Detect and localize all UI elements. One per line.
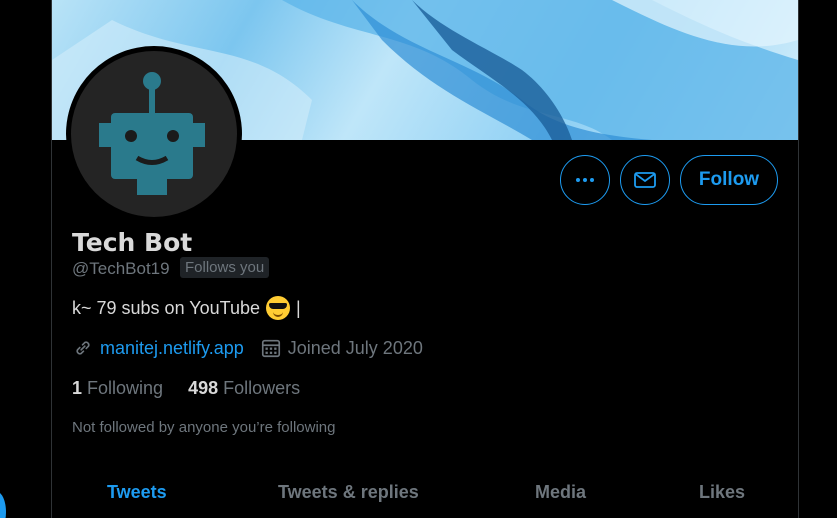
bio-suffix: |: [296, 297, 301, 318]
profile-column: Follow Tech Bot @TechBot19 Follows you k…: [51, 0, 799, 518]
avatar[interactable]: [66, 46, 242, 222]
followers-stat[interactable]: 498 Followers: [188, 378, 300, 399]
more-icon: [576, 178, 594, 182]
followers-label: Followers: [223, 378, 301, 398]
following-stat[interactable]: 1 Following: [72, 378, 163, 399]
follow-stats: 1 Following 498 Followers: [72, 378, 300, 399]
robot-icon: [99, 72, 205, 195]
message-button[interactable]: [620, 155, 670, 205]
profile-handle: @TechBot19: [72, 259, 170, 278]
calendar-icon: [261, 339, 280, 358]
following-count: 1: [72, 378, 83, 398]
profile-name: Tech Bot: [72, 228, 193, 257]
mail-icon: [634, 172, 656, 188]
tab-tweets-replies[interactable]: Tweets & replies: [278, 482, 419, 503]
sunglasses-emoji-icon: [266, 296, 290, 320]
profile-bio: k~ 79 subs on YouTube |: [72, 296, 301, 320]
robot-avatar-image: [71, 51, 237, 217]
scroll-indicator: [0, 492, 6, 518]
joined-date: Joined July 2020: [287, 337, 423, 358]
following-label: Following: [87, 378, 164, 398]
tab-media[interactable]: Media: [535, 482, 586, 503]
not-followed-notice: Not followed by anyone you’re following: [72, 419, 336, 436]
follow-button[interactable]: Follow: [680, 155, 778, 205]
website-link[interactable]: manitej.netlify.app: [100, 338, 244, 359]
follows-you-badge: Follows you: [180, 257, 270, 278]
more-options-button[interactable]: [560, 155, 610, 205]
tab-tweets[interactable]: Tweets: [107, 482, 167, 503]
link-icon: [76, 341, 90, 355]
tab-likes[interactable]: Likes: [699, 482, 745, 503]
bio-text: k~ 79 subs on YouTube: [72, 297, 260, 318]
profile-meta: manitej.netlify.app Joined July 2020: [72, 337, 423, 359]
followers-count: 498: [188, 378, 219, 398]
